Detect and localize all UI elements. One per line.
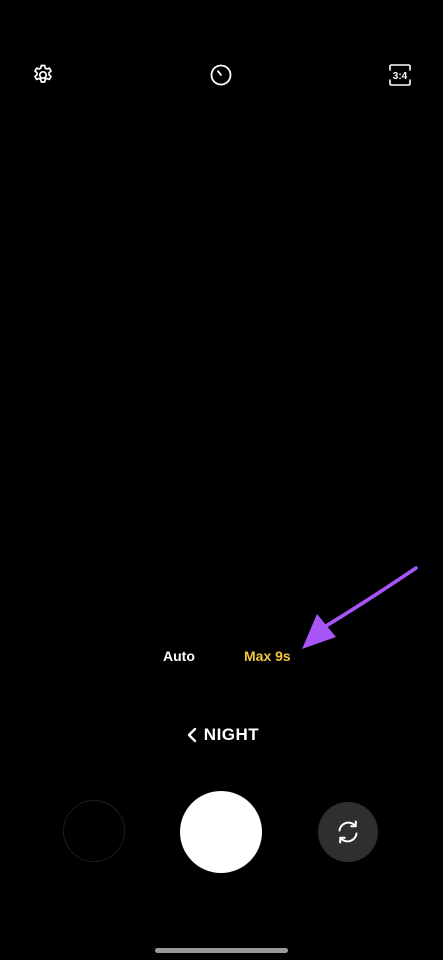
annotation-arrow <box>302 566 418 649</box>
chevron-left-icon <box>184 725 200 745</box>
timer-button[interactable] <box>206 60 236 90</box>
gallery-thumbnail[interactable] <box>63 800 125 862</box>
mode-selector[interactable]: NIGHT <box>0 718 443 752</box>
timer-icon <box>210 64 232 86</box>
camera-flip-icon <box>338 820 358 844</box>
exposure-option-max[interactable]: Max 9s <box>244 648 291 664</box>
top-bar: 3:4 <box>0 0 443 150</box>
mode-label: NIGHT <box>203 725 260 744</box>
aspect-ratio-button[interactable]: 3:4 <box>385 60 415 90</box>
aspect-ratio-icon: 3:4 <box>389 64 411 86</box>
aspect-ratio-label: 3:4 <box>393 71 408 82</box>
settings-button[interactable] <box>28 60 58 90</box>
gear-icon <box>34 64 52 83</box>
exposure-option-auto[interactable]: Auto <box>163 648 195 664</box>
shutter-button[interactable] <box>180 791 262 873</box>
capture-controls <box>0 780 443 890</box>
home-indicator[interactable] <box>155 948 288 953</box>
flip-camera-button[interactable] <box>318 802 378 862</box>
